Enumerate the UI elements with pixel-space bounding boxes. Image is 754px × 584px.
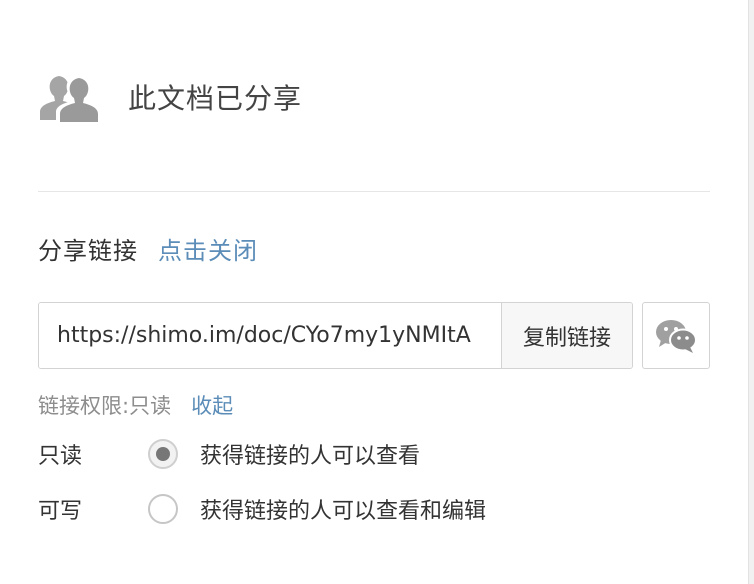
option-name: 可写 [38, 499, 83, 524]
wechat-icon [656, 319, 697, 353]
permission-row: 链接权限:只读 收起 [38, 388, 233, 422]
share-link-label: 分享链接 [38, 236, 138, 265]
close-share-link[interactable]: 点击关闭 [158, 231, 258, 266]
users-icon [40, 76, 98, 122]
share-link-row: 分享链接 点击关闭 [38, 230, 258, 266]
permission-option-writable[interactable]: 可写 获得链接的人可以查看和编辑 [38, 491, 486, 527]
panel-edge [748, 0, 754, 584]
permission-option-readonly[interactable]: 只读 获得链接的人可以查看 [38, 436, 420, 472]
readonly-radio[interactable] [148, 439, 178, 469]
option-name: 只读 [38, 444, 83, 469]
permission-label: 链接权限:只读 [38, 394, 172, 418]
share-status-header: 此文档已分享 [40, 72, 302, 122]
share-status-title: 此文档已分享 [128, 82, 303, 115]
writable-radio[interactable] [148, 494, 178, 524]
divider [38, 191, 710, 192]
wechat-share-button[interactable] [642, 302, 710, 369]
share-link-box: 复制链接 [38, 302, 633, 369]
option-description: 获得链接的人可以查看 [200, 444, 421, 469]
option-description: 获得链接的人可以查看和编辑 [200, 499, 487, 524]
copy-link-button[interactable]: 复制链接 [501, 303, 632, 368]
share-url-input[interactable] [39, 303, 501, 368]
collapse-link[interactable]: 收起 [191, 390, 233, 420]
